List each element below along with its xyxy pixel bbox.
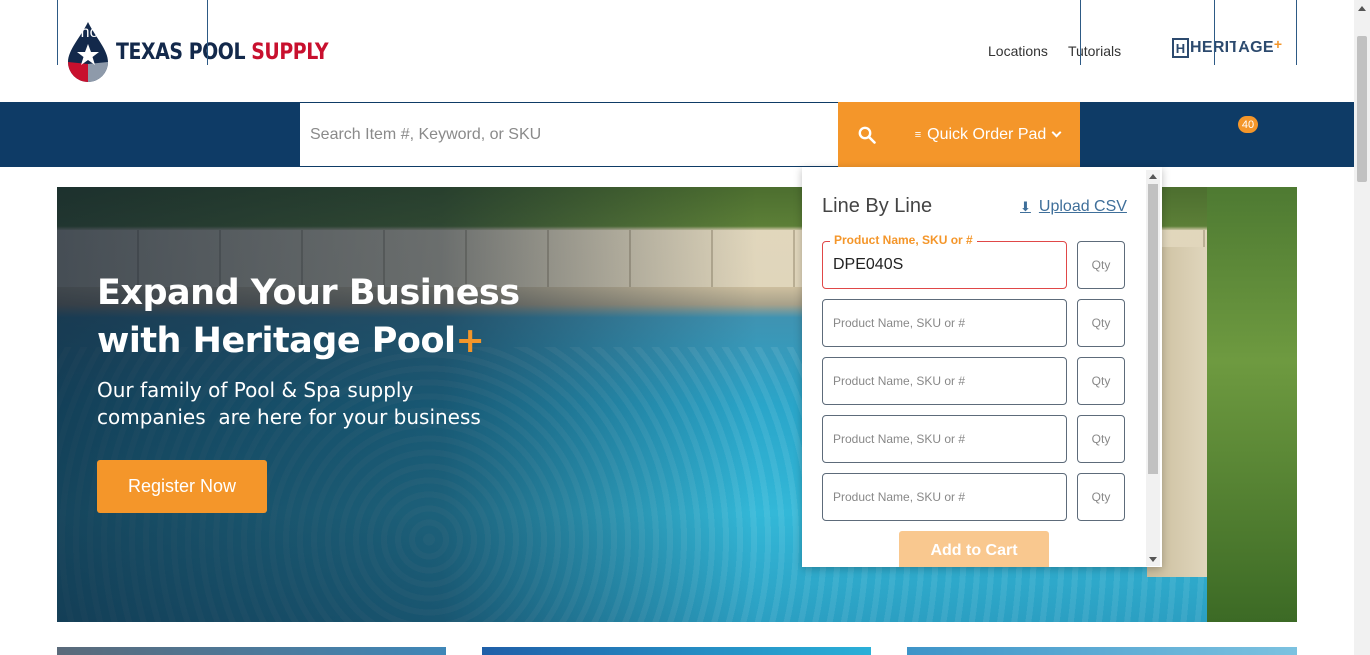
qty-input[interactable]: Qty: [1077, 299, 1125, 347]
product-input[interactable]: Product Name, SKU or #: [822, 299, 1067, 347]
upload-csv-link[interactable]: ⬇ Upload CSV: [1020, 198, 1127, 216]
chevron-down-icon: [180, 25, 191, 36]
brands-menu[interactable]: Brands: [207, 0, 300, 65]
cart-label: Cart: [1253, 23, 1284, 41]
upload-csv-label: Upload CSV: [1038, 198, 1127, 215]
hero-title-line1: Expand Your Business: [97, 273, 520, 313]
product-input[interactable]: Product Name, SKU or #: [822, 357, 1067, 405]
search-icon: [858, 126, 876, 144]
user-icon: [1098, 25, 1114, 41]
hero-subtitle: Our family of Pool & Spa supply companie…: [97, 377, 497, 431]
register-now-button[interactable]: Register Now: [97, 460, 267, 513]
account-label: Account: [1123, 23, 1181, 41]
promo-card[interactable]: [907, 647, 1297, 655]
order-line: Product Name, SKU or # Qty: [822, 299, 1125, 347]
order-line: Product Name, SKU or # Qty: [822, 415, 1125, 463]
account-menu[interactable]: Account: [1080, 0, 1214, 65]
brands-label: Brands: [220, 23, 271, 41]
page: TEXAS POOL SUPPLY Locations Tutorials H …: [0, 0, 1370, 655]
search-button[interactable]: [838, 102, 895, 167]
hero-subtitle-line1: Our family of Pool & Spa supply: [97, 378, 414, 402]
product-field-label: Product Name, SKU or #: [830, 233, 977, 247]
hero-grass: [1207, 187, 1297, 622]
qty-input[interactable]: Qty: [1077, 415, 1125, 463]
quick-order-pad-label: Quick Order Pad: [927, 125, 1047, 143]
scroll-down-arrow-icon[interactable]: [1149, 557, 1157, 562]
cart-count-badge: 40: [1238, 116, 1258, 133]
add-to-cart-button[interactable]: Add to Cart: [899, 531, 1049, 567]
qty-input[interactable]: Qty: [1077, 473, 1125, 521]
product-input[interactable]: Product Name, SKU or #: [822, 415, 1067, 463]
shop-products-menu[interactable]: Shop Products: [57, 0, 207, 65]
order-line: Product Name, SKU or # DPE040S Qty: [822, 233, 1125, 289]
search-field: [300, 103, 838, 166]
order-line: Product Name, SKU or # Qty: [822, 473, 1125, 521]
locations-link[interactable]: Locations: [988, 43, 1048, 59]
hero-title-line2-wrap: with Heritage Pool+: [97, 317, 520, 365]
product-input[interactable]: Product Name, SKU or # DPE040S: [822, 233, 1067, 289]
dropdown-scrollbar[interactable]: [1146, 170, 1160, 566]
qty-input[interactable]: Qty: [1077, 357, 1125, 405]
qty-input[interactable]: Qty: [1077, 241, 1125, 289]
search-input[interactable]: [300, 103, 838, 166]
scroll-up-arrow-icon[interactable]: [1149, 174, 1157, 179]
chevron-down-icon: [276, 25, 287, 36]
hero-title: Expand Your Business with Heritage Pool+: [97, 269, 520, 365]
download-icon: ⬇: [1020, 199, 1031, 214]
chevron-down-icon: [1051, 127, 1062, 138]
chevron-down-icon: [1186, 25, 1197, 36]
order-line: Product Name, SKU or # Qty: [822, 357, 1125, 405]
line-by-line-heading: Line By Line: [822, 195, 933, 217]
scrollbar-thumb[interactable]: [1357, 36, 1367, 182]
promo-card[interactable]: [57, 647, 446, 655]
shop-products-label: Shop Products: [70, 23, 175, 41]
product-input[interactable]: Product Name, SKU or #: [822, 473, 1067, 521]
promo-card[interactable]: [482, 647, 871, 655]
quick-order-dropdown: Line By Line ⬇ Upload CSV Product Name, …: [802, 167, 1162, 567]
product-input-value: DPE040S: [833, 256, 904, 273]
quick-order-pad-button[interactable]: ≡ Quick Order Pad: [895, 102, 1080, 167]
hero-title-plus: +: [455, 321, 485, 361]
cart-icon: [1229, 26, 1252, 45]
scroll-up-arrow-icon[interactable]: [1358, 6, 1366, 11]
page-scrollbar[interactable]: [1354, 0, 1370, 655]
list-icon: ≡: [914, 128, 922, 141]
cart-button[interactable]: Cart: [1214, 0, 1297, 65]
hero-title-line2: with Heritage Pool: [97, 321, 456, 361]
hero-subtitle-line2: companies are here for your business: [97, 405, 481, 429]
scrollbar-thumb[interactable]: [1148, 184, 1158, 474]
